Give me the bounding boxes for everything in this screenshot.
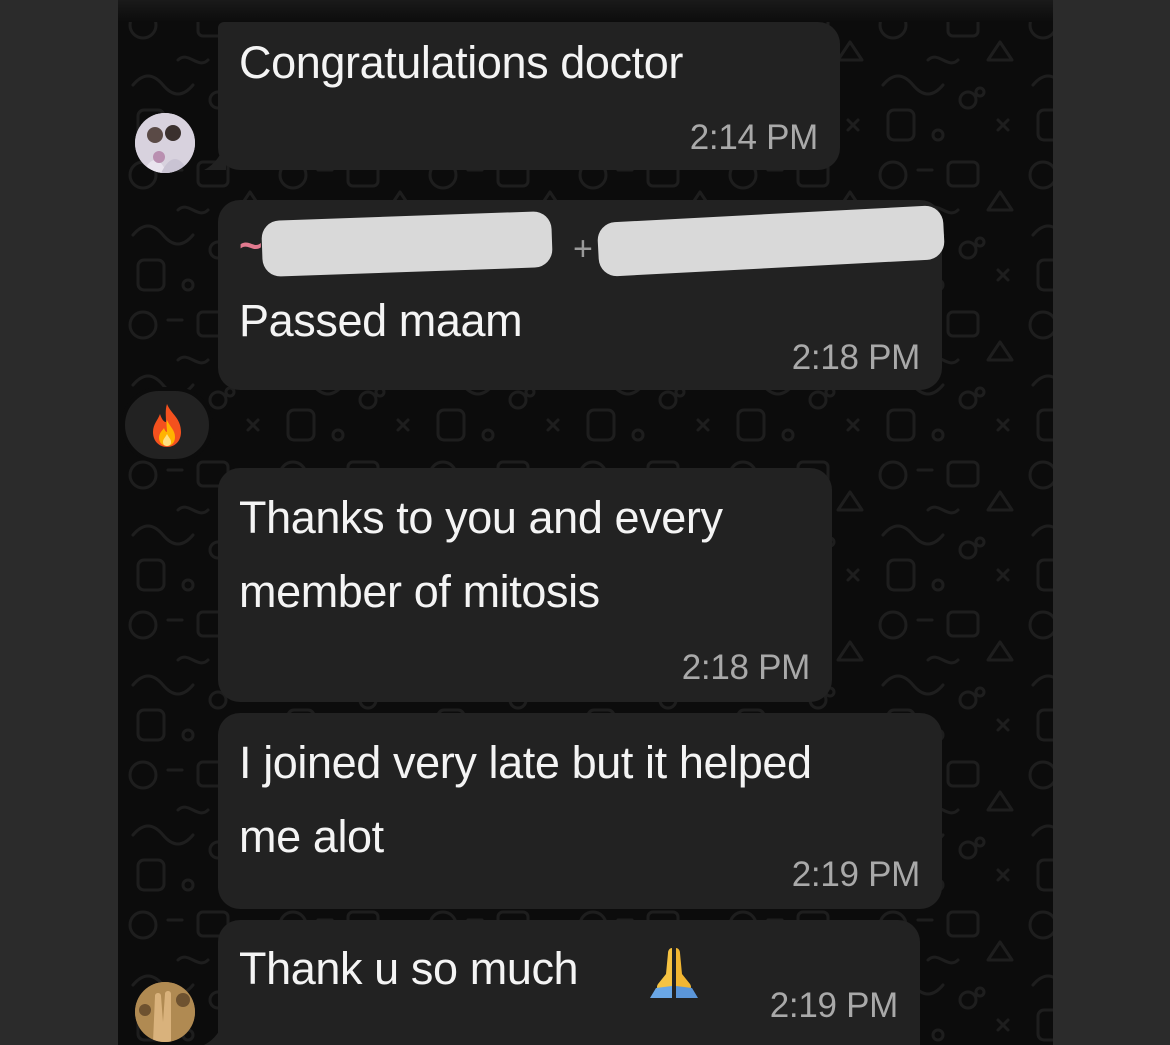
fire-emoji-icon: [153, 404, 181, 447]
bubble-tail: [204, 1015, 226, 1045]
message-timestamp: 2:19 PM: [769, 986, 899, 1025]
message-timestamp: 2:18 PM: [791, 338, 921, 377]
folded-hands-emoji-icon: [650, 948, 698, 998]
message-timestamp: 2:19 PM: [791, 855, 921, 894]
message-bubble[interactable]: Congratulations doctor 2:14 PM: [218, 22, 840, 170]
sender-avatar[interactable]: [135, 113, 195, 173]
message-text: I joined very late but it helped me alot: [239, 737, 812, 862]
right-margin: [1053, 0, 1170, 1045]
sender-avatar[interactable]: [135, 982, 195, 1042]
left-margin: [0, 0, 118, 1045]
message-text: Thank u so much: [239, 943, 579, 994]
message-bubble[interactable]: Thank u so much 2:19 PM: [218, 920, 920, 1045]
message-text: Congratulations doctor: [239, 37, 683, 88]
top-fade: [118, 0, 1053, 22]
message-timestamp: 2:14 PM: [689, 118, 819, 157]
avatar-image-icon: [135, 982, 195, 1042]
message-timestamp: 2:18 PM: [681, 648, 811, 687]
avatar-image-icon: [135, 113, 195, 173]
redacted-sender-name: [261, 210, 553, 278]
message-text: Thanks to you and every member of mitosi…: [239, 492, 723, 617]
bubble-tail: [204, 140, 226, 170]
sender-name-prefix: ~: [239, 224, 263, 268]
message-bubble[interactable]: I joined very late but it helped me alot…: [218, 713, 942, 909]
reaction-badge[interactable]: [121, 387, 213, 463]
message-bubble[interactable]: Thanks to you and every member of mitosi…: [218, 468, 832, 702]
sender-phone-prefix: +: [573, 230, 593, 268]
message-text: Passed maam: [239, 295, 523, 346]
message-bubble[interactable]: ~ ... + 3 Passed maam 2:18 PM: [218, 200, 946, 390]
